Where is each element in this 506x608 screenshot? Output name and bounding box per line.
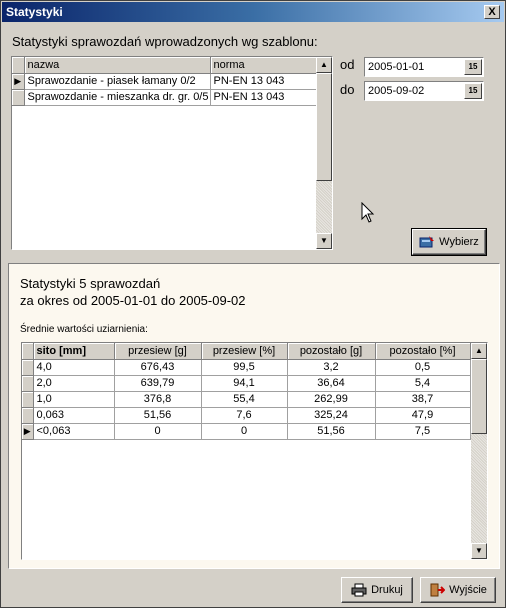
- template-name[interactable]: Sprawozdanie - mieszanka dr. gr. 0/5: [24, 89, 211, 106]
- template-name[interactable]: Sprawozdanie - piasek łamany 0/2: [24, 73, 211, 90]
- templates-heading: Statystyki sprawozdań wprowadzonych wg s…: [12, 34, 318, 49]
- statistics-window: Statystyki X Statystyki sprawozdań wprow…: [0, 0, 506, 608]
- table-row[interactable]: 4,0 676,43 99,5 3,2 0,5: [22, 359, 471, 376]
- row-indicator: [22, 359, 34, 376]
- column-header-przesiew-g[interactable]: przesiew [g]: [114, 343, 202, 360]
- column-header-nazwa[interactable]: nazwa: [24, 57, 211, 74]
- cell-przesiew-pct[interactable]: 0: [201, 423, 288, 440]
- cell-przesiew-g[interactable]: 639,79: [114, 375, 202, 392]
- cell-przesiew-pct[interactable]: 7,6: [201, 407, 288, 424]
- calendar-icon[interactable]: 15: [464, 83, 482, 99]
- template-row[interactable]: ▶ Sprawozdanie - piasek łamany 0/2 PN-EN…: [12, 73, 317, 90]
- cell-pozostalo-g[interactable]: 3,2: [287, 359, 376, 376]
- date-to-field[interactable]: 2005-09-02 15: [364, 81, 484, 101]
- print-button[interactable]: Drukuj: [341, 577, 413, 603]
- row-indicator: [22, 375, 34, 392]
- date-from-field[interactable]: 2005-01-01 15: [364, 57, 484, 77]
- column-header-sito[interactable]: sito [mm]: [33, 343, 115, 360]
- table-row[interactable]: ▶ <0,063 0 0 51,56 7,5: [22, 423, 471, 440]
- calendar-icon[interactable]: 15: [464, 59, 482, 75]
- results-panel: Statystyki 5 sprawozdań za okres od 2005…: [8, 263, 500, 569]
- scroll-up-button[interactable]: ▲: [471, 343, 487, 359]
- templates-scrollbar[interactable]: ▲ ▼: [316, 57, 332, 249]
- results-title: Statystyki 5 sprawozdań: [20, 276, 161, 291]
- cell-pozostalo-pct[interactable]: 5,4: [375, 375, 471, 392]
- column-header-pozostalo-g[interactable]: pozostało [g]: [287, 343, 376, 360]
- results-scrollbar[interactable]: ▲ ▼: [471, 343, 487, 559]
- cell-pozostalo-g[interactable]: 262,99: [287, 391, 376, 408]
- cell-pozostalo-pct[interactable]: 0,5: [375, 359, 471, 376]
- cell-sito[interactable]: <0,063: [33, 423, 115, 440]
- results-period: za okres od 2005-01-01 do 2005-09-02: [20, 293, 246, 308]
- cell-przesiew-pct[interactable]: 55,4: [201, 391, 288, 408]
- scroll-down-button[interactable]: ▼: [316, 233, 332, 249]
- cell-przesiew-g[interactable]: 0: [114, 423, 202, 440]
- header-indicator: [12, 57, 25, 74]
- date-from-label: od: [340, 57, 355, 72]
- cell-pozostalo-pct[interactable]: 7,5: [375, 423, 471, 440]
- templates-header-row: nazwa norma: [12, 57, 317, 74]
- cell-pozostalo-pct[interactable]: 38,7: [375, 391, 471, 408]
- cell-przesiew-pct[interactable]: 94,1: [201, 375, 288, 392]
- table-row[interactable]: 2,0 639,79 94,1 36,64 5,4: [22, 375, 471, 392]
- results-table: sito [mm] przesiew [g] przesiew [%] pozo…: [22, 343, 471, 440]
- row-indicator: [22, 391, 34, 408]
- template-norm[interactable]: PN-EN 13 043: [210, 73, 317, 90]
- scroll-down-button[interactable]: ▼: [471, 543, 487, 559]
- cell-pozostalo-g[interactable]: 36,64: [287, 375, 376, 392]
- cell-sito[interactable]: 2,0: [33, 375, 115, 392]
- scroll-thumb[interactable]: [316, 73, 332, 181]
- cell-pozostalo-g[interactable]: 51,56: [287, 423, 376, 440]
- cell-sito[interactable]: 4,0: [33, 359, 115, 376]
- row-indicator: [12, 89, 25, 106]
- results-subheading: Średnie wartości uziarnienia:: [20, 324, 148, 335]
- print-button-label: Drukuj: [371, 584, 403, 596]
- header-indicator: [22, 343, 34, 360]
- row-pointer-icon: ▶: [22, 423, 34, 440]
- cell-przesiew-g[interactable]: 376,8: [114, 391, 202, 408]
- column-header-przesiew-pct[interactable]: przesiew [%]: [201, 343, 288, 360]
- template-row[interactable]: Sprawozdanie - mieszanka dr. gr. 0/5 PN-…: [12, 89, 317, 106]
- results-header-row: sito [mm] przesiew [g] przesiew [%] pozo…: [22, 343, 471, 360]
- cell-przesiew-pct[interactable]: 99,5: [201, 359, 288, 376]
- templates-grid[interactable]: nazwa norma ▶ Sprawozdanie - piasek łama…: [11, 56, 333, 250]
- printer-icon: [351, 583, 367, 597]
- cell-sito[interactable]: 0,063: [33, 407, 115, 424]
- results-grid[interactable]: sito [mm] przesiew [g] przesiew [%] pozo…: [21, 342, 488, 560]
- cell-sito[interactable]: 1,0: [33, 391, 115, 408]
- scroll-thumb[interactable]: [471, 359, 487, 434]
- close-button[interactable]: X: [484, 5, 500, 19]
- cell-pozostalo-g[interactable]: 325,24: [287, 407, 376, 424]
- exit-button[interactable]: Wyjście: [420, 577, 496, 603]
- cell-przesiew-g[interactable]: 51,56: [114, 407, 202, 424]
- column-header-norma[interactable]: norma: [210, 57, 317, 74]
- column-header-pozostalo-pct[interactable]: pozostało [%]: [375, 343, 471, 360]
- cell-przesiew-g[interactable]: 676,43: [114, 359, 202, 376]
- title-bar: Statystyki X: [2, 2, 504, 22]
- window-title: Statystyki: [6, 5, 63, 19]
- row-indicator: [22, 407, 34, 424]
- exit-icon: [430, 583, 446, 597]
- select-icon: [419, 236, 435, 248]
- date-from-value: 2005-01-01: [368, 61, 425, 73]
- mouse-cursor-icon: [361, 202, 375, 223]
- scroll-up-button[interactable]: ▲: [316, 57, 332, 73]
- table-row[interactable]: 0,063 51,56 7,6 325,24 47,9: [22, 407, 471, 424]
- cell-pozostalo-pct[interactable]: 47,9: [375, 407, 471, 424]
- date-to-value: 2005-09-02: [368, 85, 425, 97]
- template-norm[interactable]: PN-EN 13 043: [210, 89, 317, 106]
- table-row[interactable]: 1,0 376,8 55,4 262,99 38,7: [22, 391, 471, 408]
- templates-table: nazwa norma ▶ Sprawozdanie - piasek łama…: [12, 57, 317, 106]
- select-button[interactable]: Wybierz: [411, 228, 487, 256]
- close-icon: X: [488, 6, 496, 18]
- select-button-label: Wybierz: [439, 236, 479, 248]
- date-to-label: do: [340, 82, 355, 97]
- exit-button-label: Wyjście: [449, 584, 487, 596]
- row-pointer-icon: ▶: [12, 73, 25, 90]
